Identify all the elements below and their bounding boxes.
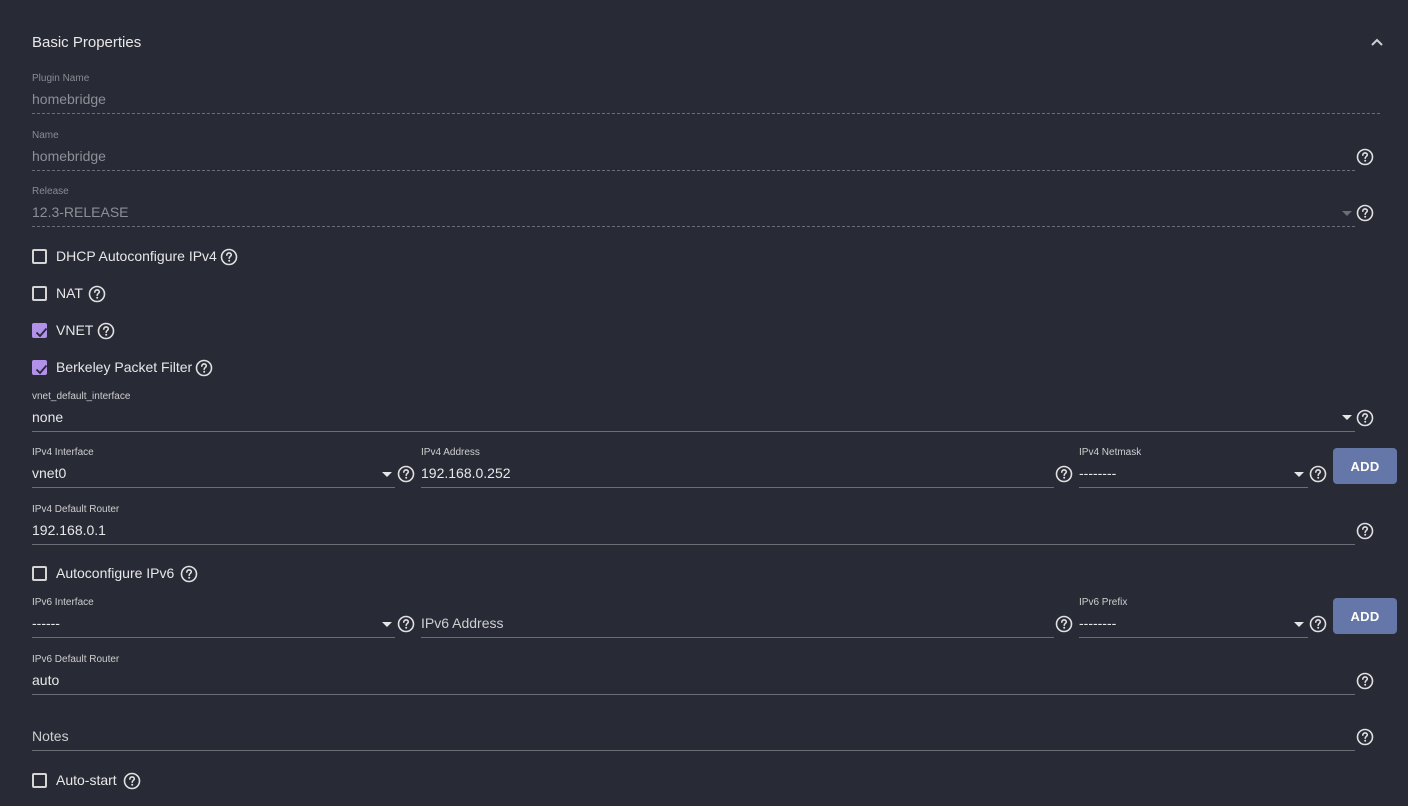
vnet-default-interface-label: vnet_default_interface: [32, 391, 131, 402]
dropdown-arrow-icon[interactable]: [1294, 472, 1304, 477]
ipv6-prefix-label: IPv6 Prefix: [1079, 597, 1128, 608]
check-icon: [35, 364, 48, 375]
help-icon[interactable]: [397, 615, 415, 633]
help-icon[interactable]: [1356, 409, 1374, 427]
help-icon[interactable]: [195, 359, 213, 377]
ipv4-netmask-underline: [1079, 487, 1308, 488]
help-icon[interactable]: [1356, 672, 1374, 690]
dropdown-arrow-icon: [1342, 211, 1352, 216]
vnet-default-interface-underline: [32, 431, 1355, 432]
ipv4-address-label: IPv4 Address: [421, 447, 480, 458]
ipv4-address-underline: [421, 487, 1054, 488]
help-icon[interactable]: [1356, 522, 1374, 540]
nat-checkbox[interactable]: [32, 286, 47, 301]
help-icon[interactable]: [1055, 465, 1073, 483]
help-icon[interactable]: [1309, 615, 1327, 633]
dropdown-arrow-icon[interactable]: [1342, 415, 1352, 420]
add-ipv4-button[interactable]: ADD: [1333, 448, 1397, 484]
ipv6-default-router-input[interactable]: auto: [32, 672, 59, 688]
plugin-name-label: Plugin Name: [32, 73, 90, 84]
autostart-label: Auto-start: [56, 772, 117, 788]
nat-label: NAT: [56, 285, 83, 301]
ipv6-default-router-label: IPv6 Default Router: [32, 654, 120, 665]
ipv6-address-input[interactable]: IPv6 Address: [421, 615, 504, 631]
help-icon[interactable]: [1356, 148, 1374, 166]
bpf-label: Berkeley Packet Filter: [56, 359, 193, 375]
ipv4-interface-label: IPv4 Interface: [32, 447, 94, 458]
help-icon[interactable]: [220, 248, 238, 266]
release-underline: [32, 226, 1355, 227]
dropdown-arrow-icon[interactable]: [1294, 622, 1304, 627]
section-title: Basic Properties: [32, 34, 142, 51]
ipv4-netmask-label: IPv4 Netmask: [1079, 447, 1142, 458]
name-input: homebridge: [32, 148, 106, 164]
notes-underline: [32, 750, 1355, 751]
dropdown-arrow-icon[interactable]: [382, 622, 392, 627]
autostart-checkbox[interactable]: [32, 773, 47, 788]
ipv4-address-input[interactable]: 192.168.0.252: [421, 465, 511, 481]
dhcp-label: DHCP Autoconfigure IPv4: [56, 248, 217, 264]
ipv6-interface-underline: [32, 637, 395, 638]
help-icon[interactable]: [1309, 465, 1327, 483]
ipv4-default-router-input[interactable]: 192.168.0.1: [32, 522, 106, 538]
bpf-checkbox[interactable]: [32, 360, 48, 375]
chevron-up-icon[interactable]: [1370, 35, 1384, 49]
check-icon: [35, 327, 48, 338]
help-icon[interactable]: [1055, 615, 1073, 633]
ipv4-interface-select[interactable]: vnet0: [32, 465, 66, 481]
autoconf-ipv6-checkbox[interactable]: [32, 566, 47, 581]
ipv4-default-router-underline: [32, 544, 1355, 545]
ipv6-interface-select[interactable]: ------: [32, 615, 60, 631]
help-icon[interactable]: [1356, 204, 1374, 222]
ipv4-default-router-label: IPv4 Default Router: [32, 504, 120, 515]
release-label: Release: [32, 186, 69, 197]
notes-input[interactable]: Notes: [32, 728, 69, 744]
vnet-checkbox[interactable]: [32, 323, 48, 338]
name-underline: [32, 170, 1355, 171]
vnet-label: VNET: [56, 322, 94, 338]
dhcp-checkbox[interactable]: [32, 249, 47, 264]
help-icon[interactable]: [97, 322, 115, 340]
ipv4-interface-underline: [32, 487, 395, 488]
ipv6-prefix-underline: [1079, 637, 1308, 638]
name-label: Name: [32, 130, 59, 141]
ipv4-netmask-select[interactable]: --------: [1079, 465, 1116, 481]
help-icon[interactable]: [88, 285, 106, 303]
plugin-name-underline: [32, 113, 1380, 114]
vnet-default-interface-select[interactable]: none: [32, 409, 63, 425]
help-icon[interactable]: [123, 772, 141, 790]
help-icon[interactable]: [397, 465, 415, 483]
help-icon[interactable]: [1356, 728, 1374, 746]
jail-form: Basic Properties Plugin Name homebridge …: [0, 0, 1408, 806]
autoconf-ipv6-label: Autoconfigure IPv6: [56, 565, 175, 581]
ipv6-default-router-underline: [32, 694, 1355, 695]
help-icon[interactable]: [180, 565, 198, 583]
release-select: 12.3-RELEASE: [32, 204, 129, 220]
ipv6-prefix-select[interactable]: --------: [1079, 615, 1116, 631]
ipv6-address-underline: [421, 637, 1054, 638]
add-ipv6-button[interactable]: ADD: [1333, 598, 1397, 634]
ipv6-interface-label: IPv6 Interface: [32, 597, 94, 608]
dropdown-arrow-icon[interactable]: [382, 472, 392, 477]
plugin-name-input: homebridge: [32, 91, 106, 107]
